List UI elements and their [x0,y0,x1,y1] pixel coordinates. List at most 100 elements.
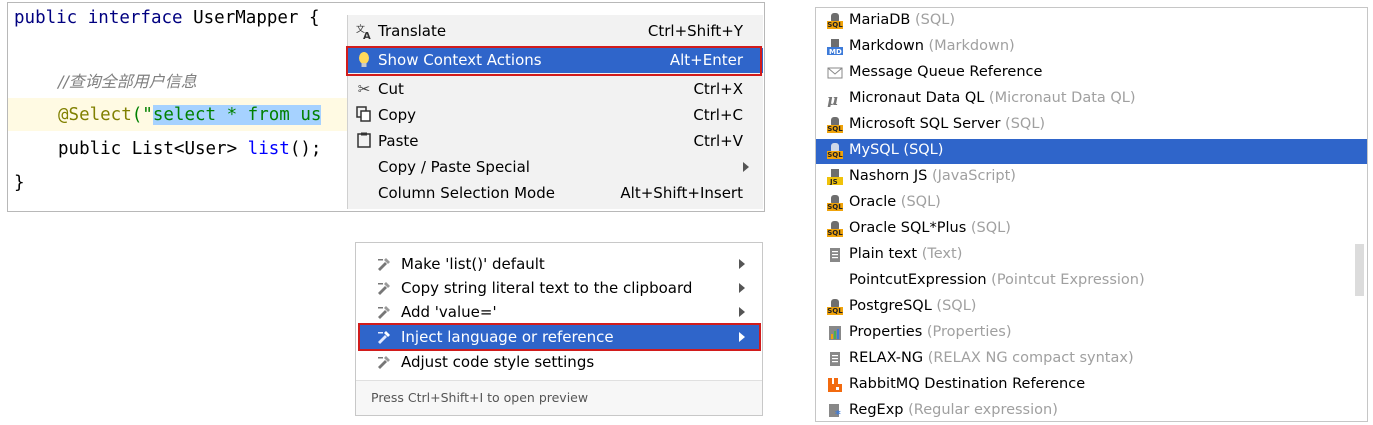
selected-sql-text[interactable]: select * from us [152,105,322,125]
language-type: (SQL) [1000,116,1046,132]
method-name: list [237,139,290,159]
svg-text:A: A [363,31,371,40]
translate-icon: 文A [355,22,373,42]
regexp-icon: * [827,403,845,421]
language-type: (Text) [917,246,963,262]
code-line-1: public interface UserMapper { [14,7,320,29]
language-name: PostgreSQL [849,298,932,314]
language-item[interactable]: PointcutExpression (Pointcut Expression) [816,269,1367,294]
language-item[interactable]: JS Nashorn JS (JavaScript) [816,165,1367,190]
menu-item-column-selection-mode[interactable]: Column Selection Mode Alt+Shift+Insert [348,181,763,206]
language-item[interactable]: RELAX-NG (RELAX NG compact syntax) [816,347,1367,372]
language-name: Oracle [849,194,897,210]
copy-icon [355,106,373,124]
language-name: Markdown [849,38,924,54]
menu-item-copy-paste-special[interactable]: Copy / Paste Special [348,155,763,180]
scrollbar-thumb[interactable] [1355,244,1364,296]
menu-item-shortcut: Alt+Shift+Insert [620,184,743,202]
language-item[interactable]: SQL Oracle SQL*Plus (SQL) [816,217,1367,242]
editor-context-menu: 文A Translate Ctrl+Shift+Y Show Context A… [346,15,763,209]
svg-text:MD: MD [829,48,842,55]
menu-item-label: Column Selection Mode [378,184,555,202]
language-type: (SQL) [898,142,944,158]
menu-item-label: Translate [378,22,447,40]
intention-add-value[interactable]: Add 'value=' [359,300,759,324]
language-name: RELAX-NG [849,350,924,366]
intention-actions-popup: Make 'list()' default Copy string litera… [355,242,763,416]
menu-item-label: Copy [378,106,417,124]
sql-icon: SQL [827,13,845,31]
language-item[interactable]: SQL MariaDB (SQL) [816,9,1367,34]
language-name: Micronaut Data QL [849,90,985,106]
interface-name: UserMapper { [182,8,320,28]
return-type: List<User> [131,139,238,159]
code-line-method: public List<User> list(); [58,138,321,160]
language-type: (SQL) [896,194,941,210]
sql-icon: SQL [827,117,845,135]
language-item[interactable]: RabbitMQ Destination Reference [816,373,1367,398]
language-type: (SQL) [966,220,1011,236]
keyword: public interface [14,8,183,28]
paste-icon [355,132,373,150]
intention-copy-string-literal[interactable]: Copy string literal text to the clipboar… [359,276,759,300]
closing-brace: } [14,173,25,193]
message-queue-icon [827,65,845,83]
language-item[interactable]: μ Micronaut Data QL (Micronaut Data QL) [816,87,1367,112]
micronaut-icon: μ [827,91,845,109]
intention-icon [376,256,392,272]
intention-make-default[interactable]: Make 'list()' default [359,252,759,276]
language-name: RabbitMQ Destination Reference [849,376,1086,392]
relaxng-icon [827,351,845,369]
language-type: (Properties) [922,324,1012,340]
submenu-arrow-icon [739,259,745,269]
code-comment: //查询全部用户信息 [58,72,197,91]
submenu-arrow-icon [743,162,749,172]
intention-label: Add 'value=' [401,303,497,321]
rabbitmq-icon [827,377,845,395]
language-type: (Markdown) [923,38,1015,54]
code-line-annotation: @Select("select * from us [58,104,322,126]
language-item[interactable]: Message Queue Reference [816,61,1367,86]
sql-icon: SQL [827,143,845,161]
intention-icon [376,354,392,370]
language-type: (Pointcut Expression) [986,272,1145,288]
menu-item-cut[interactable]: ✂ Cut Ctrl+X [348,77,763,102]
language-list-popup[interactable]: SQL MariaDB (SQL) MD Markdown (Markdown)… [815,7,1368,422]
language-item[interactable]: MD Markdown (Markdown) [816,35,1367,60]
highlight-box [358,323,761,351]
preview-hint-text: Press Ctrl+Shift+I to open preview [371,390,589,405]
javascript-icon: JS [827,169,845,187]
language-item[interactable]: SQL Microsoft SQL Server (SQL) [816,113,1367,138]
preview-hint: Press Ctrl+Shift+I to open preview [356,380,762,415]
language-item[interactable]: SQL PostgreSQL (SQL) [816,295,1367,320]
menu-item-label: Copy / Paste Special [378,158,530,176]
language-item[interactable]: * RegExp (Regular expression) [816,399,1367,421]
intention-icon [376,304,392,320]
language-type: (SQL) [910,12,956,28]
submenu-arrow-icon [739,283,745,293]
language-name: Microsoft SQL Server [849,116,1001,132]
language-item[interactable]: Plain text (Text) [816,243,1367,268]
menu-item-shortcut: Ctrl+Shift+Y [647,22,743,40]
language-type: (RELAX NG compact syntax) [923,350,1134,366]
menu-item-shortcut: Ctrl+V [693,132,743,150]
sql-icon: SQL [827,221,845,239]
highlight-box [346,46,762,76]
modifier: public [58,139,132,159]
svg-text:*: * [835,408,841,419]
menu-item-label: Paste [378,132,419,150]
language-item[interactable]: Properties (Properties) [816,321,1367,346]
language-name: PointcutExpression [849,272,987,288]
language-item[interactable]: SQL Oracle (SQL) [816,191,1367,216]
language-item-selected[interactable]: SQL MySQL (SQL) [816,139,1367,164]
method-suffix: (); [289,139,322,159]
language-type: (SQL) [931,298,977,314]
menu-item-translate[interactable]: 文A Translate Ctrl+Shift+Y [348,19,763,44]
sql-icon: SQL [827,299,845,317]
menu-item-copy[interactable]: Copy Ctrl+C [348,103,763,128]
menu-item-label: Cut [378,80,404,98]
menu-item-paste[interactable]: Paste Ctrl+V [348,129,763,154]
intention-label: Adjust code style settings [401,353,595,371]
svg-text:JS: JS [829,178,838,185]
intention-adjust-code-style[interactable]: Adjust code style settings [359,350,759,374]
